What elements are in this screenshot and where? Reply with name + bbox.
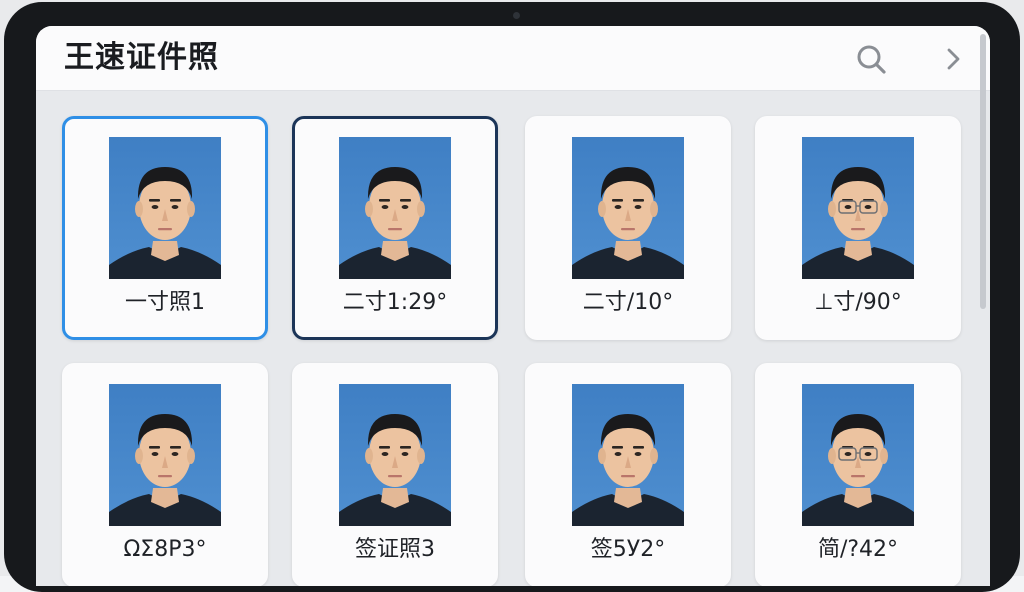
app-title: 王速证件照 — [64, 40, 219, 75]
photo-card-label: 简/?42° — [817, 537, 899, 562]
photo-card[interactable]: 签证照3 — [292, 363, 498, 586]
vertical-scrollbar[interactable] — [980, 34, 986, 309]
photo-card-label: 二寸1:29° — [342, 290, 448, 315]
app-header: 王速证件照 — [36, 26, 990, 91]
photo-card[interactable]: 简/?42° — [755, 363, 961, 586]
photo-card[interactable]: ΩΣ8Ρ3° — [62, 363, 268, 586]
photo-card-label: 签证照3 — [355, 537, 435, 562]
photo-card[interactable]: 二寸/10° — [525, 116, 731, 340]
portrait-image — [339, 137, 451, 279]
next-button[interactable] — [938, 44, 968, 74]
photo-card-label: 二寸/10° — [582, 290, 674, 315]
photo-card[interactable]: 二寸1:29° — [292, 116, 498, 340]
portrait-image — [339, 384, 451, 526]
photo-thumbnail — [572, 137, 684, 279]
photo-card-label: ⊥寸/90° — [814, 290, 902, 315]
search-button[interactable] — [854, 42, 888, 76]
photo-thumbnail — [802, 384, 914, 526]
search-icon — [857, 45, 886, 74]
portrait-image — [109, 384, 221, 526]
photo-thumbnail — [109, 137, 221, 279]
photo-card[interactable]: 一寸照1 — [62, 116, 268, 340]
portrait-image — [572, 137, 684, 279]
photo-thumbnail — [802, 137, 914, 279]
photo-card-label: ΩΣ8Ρ3° — [123, 537, 207, 562]
chevron-right-icon — [947, 48, 960, 70]
photo-card-label: 签5У2° — [590, 537, 666, 562]
tablet-device: 王速证件照 一寸照1 二寸1:29° 二寸/10° ⊥寸/90° ΩΣ8Ρ3° 签证照3 签… — [0, 0, 1024, 592]
portrait-image — [572, 384, 684, 526]
photo-thumbnail — [109, 384, 221, 526]
portrait-image — [802, 384, 914, 526]
portrait-image — [109, 137, 221, 279]
photo-thumbnail — [339, 384, 451, 526]
photo-card[interactable]: ⊥寸/90° — [755, 116, 961, 340]
portrait-image — [802, 137, 914, 279]
photo-card[interactable]: 签5У2° — [525, 363, 731, 586]
photo-thumbnail — [339, 137, 451, 279]
photo-thumbnail — [572, 384, 684, 526]
app-screen: 王速证件照 一寸照1 二寸1:29° 二寸/10° ⊥寸/90° ΩΣ8Ρ3° 签证照3 签… — [36, 26, 990, 586]
front-camera — [513, 12, 520, 19]
photo-card-label: 一寸照1 — [125, 290, 205, 315]
